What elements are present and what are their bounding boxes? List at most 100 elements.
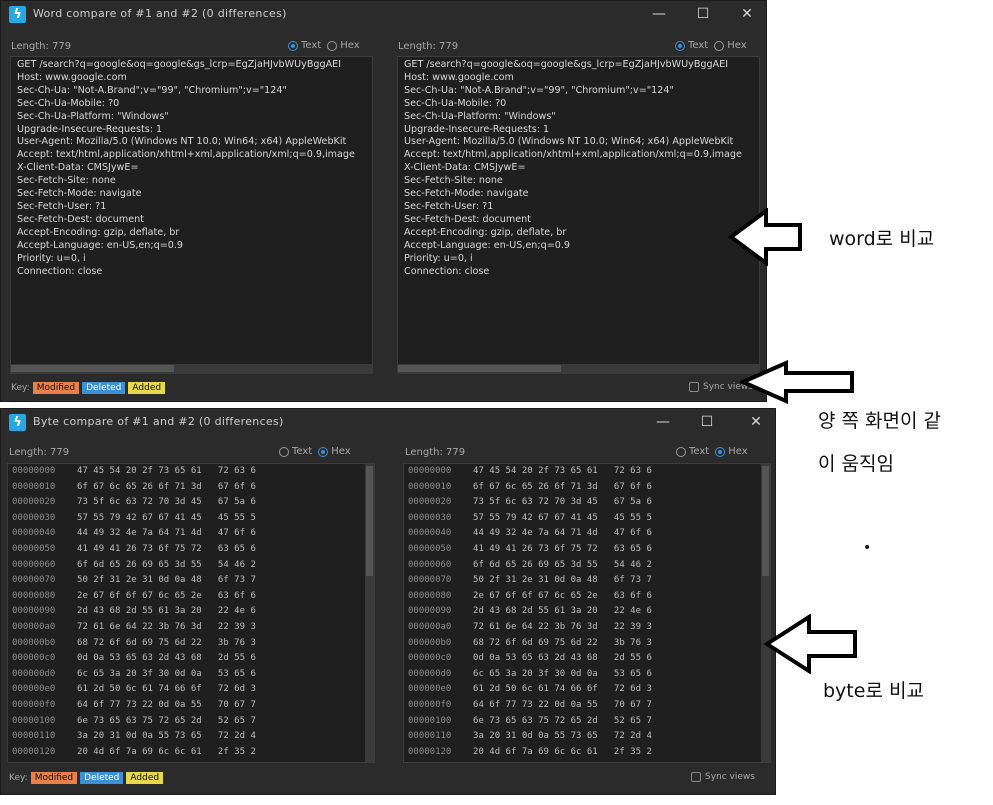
hex-row: 00000030 57 55 79 42 67 67 41 45 45 55 5 xyxy=(12,513,256,528)
sync-note-line2: 이 움직임 xyxy=(818,453,894,475)
text-line: Accept-Language: en-US,en;q=0.9 xyxy=(17,239,183,251)
hex-offset: 00000010 xyxy=(12,481,56,492)
left-vertical-scrollbar[interactable] xyxy=(365,464,374,762)
hex-row: 00000070 50 2f 31 2e 31 0d 0a 48 6f 73 7 xyxy=(408,575,652,590)
right-hex-radio-label: Hex xyxy=(728,446,748,457)
hex-bytes: 2d 43 68 2d 55 61 3a 20 22 4e 6 xyxy=(473,606,652,617)
hex-row: 000000e0 61 2d 50 6c 61 74 66 6f 72 6d 3 xyxy=(12,684,256,699)
left-hex-radio[interactable] xyxy=(327,40,338,51)
hex-bytes: 20 4d 6f 7a 69 6c 6c 61 2f 35 2 xyxy=(77,746,256,757)
right-text-view[interactable]: GET /search?q=google&oq=google&gs_lcrp=E… xyxy=(397,56,760,374)
left-hex-view[interactable]: 00000000 47 45 54 20 2f 73 65 61 72 63 6… xyxy=(7,463,375,763)
left-text-view[interactable]: GET /search?q=google&oq=google&gs_lcrp=E… xyxy=(10,56,373,374)
text-line: User-Agent: Mozilla/5.0 (Windows NT 10.0… xyxy=(17,136,347,148)
hex-bytes: 3a 20 31 0d 0a 55 73 65 72 2d 4 xyxy=(77,731,256,742)
hex-row: 00000040 44 49 32 4e 7a 64 71 4d 47 6f 6 xyxy=(12,528,256,543)
text-line: Sec-Fetch-User: ?1 xyxy=(404,200,494,212)
hex-row: 00000010 6f 67 6c 65 26 6f 71 3d 67 6f 6 xyxy=(12,482,256,497)
hex-bytes: 44 49 32 4e 7a 64 71 4d 47 6f 6 xyxy=(473,528,652,539)
text-line: X-Client-Data: CMSJywE= xyxy=(404,162,526,174)
hex-bytes: 6e 73 65 63 75 72 65 2d 52 65 7 xyxy=(473,715,652,726)
left-text-radio[interactable] xyxy=(288,40,298,51)
text-line: Sec-Ch-Ua: "Not-A.Brand";v="99", "Chromi… xyxy=(404,84,674,96)
hex-row: 00000020 73 5f 6c 63 72 70 3d 45 67 5a 6 xyxy=(12,497,256,512)
right-hex-view[interactable]: 00000000 47 45 54 20 2f 73 65 61 72 63 6… xyxy=(403,463,771,763)
left-horizontal-scrollbar[interactable] xyxy=(11,364,372,373)
text-line: Accept-Encoding: gzip, deflate, br xyxy=(17,226,180,238)
text-line: Upgrade-Insecure-Requests: 1 xyxy=(17,123,163,135)
close-button[interactable]: ✕ xyxy=(725,3,769,25)
hex-bytes: 6f 67 6c 65 26 6f 71 3d 67 6f 6 xyxy=(77,481,256,492)
left-view-mode: Text Hex xyxy=(288,40,360,51)
sync-views-checkbox[interactable] xyxy=(689,382,699,392)
text-line: Sec-Fetch-Mode: navigate xyxy=(17,188,142,200)
hex-bytes: 6f 6d 65 26 69 65 3d 55 54 46 2 xyxy=(473,559,652,570)
word-compare-window: ϟ Word compare of #1 and #2 (0 differenc… xyxy=(0,0,767,402)
hex-offset: 00000060 xyxy=(408,559,452,570)
right-text-radio[interactable] xyxy=(675,40,685,51)
word-title-bar[interactable]: ϟ Word compare of #1 and #2 (0 differenc… xyxy=(1,1,766,29)
hex-row: 00000090 2d 43 68 2d 55 61 3a 20 22 4e 6 xyxy=(12,606,256,621)
right-vertical-scrollbar[interactable] xyxy=(761,464,770,762)
right-text-radio-label: Text xyxy=(688,40,709,51)
text-line: Connection: close xyxy=(17,265,103,277)
left-hex-radio-label: Hex xyxy=(340,40,360,51)
text-line: Sec-Ch-Ua-Platform: "Windows" xyxy=(404,110,556,122)
hex-offset: 000000f0 xyxy=(408,700,452,710)
right-length-label: Length: 779 xyxy=(405,447,466,458)
key-label: Key: xyxy=(9,773,28,783)
annotation-dot: • xyxy=(863,540,872,556)
hex-row: 00000000 47 45 54 20 2f 73 65 61 72 63 6 xyxy=(408,466,652,481)
text-line: Sec-Fetch-Dest: document xyxy=(404,213,531,225)
word-pointer-arrow-icon xyxy=(728,208,802,266)
text-line: Sec-Ch-Ua-Mobile: ?0 xyxy=(404,97,507,109)
hex-row: 000000d0 6c 65 3a 20 3f 30 0d 0a 53 65 6 xyxy=(12,669,256,684)
hex-row: 000000c0 0d 0a 53 65 63 2d 43 68 2d 55 6 xyxy=(12,653,256,668)
hex-bytes: 6c 65 3a 20 3f 30 0d 0a 53 65 6 xyxy=(473,668,652,679)
text-line: Accept-Language: en-US,en;q=0.9 xyxy=(404,239,570,251)
hex-bytes: 0d 0a 53 65 63 2d 43 68 2d 55 6 xyxy=(473,653,652,664)
close-button[interactable]: ✕ xyxy=(734,411,778,433)
hex-offset: 00000010 xyxy=(408,481,452,492)
hex-offset: 00000110 xyxy=(408,731,452,742)
hex-bytes: 44 49 32 4e 7a 64 71 4d 47 6f 6 xyxy=(77,528,256,539)
hex-row: 00000100 6e 73 65 63 75 72 65 2d 52 65 7 xyxy=(408,716,652,731)
left-hex-radio[interactable] xyxy=(318,446,329,457)
text-line: Accept: text/html,application/xhtml+xml,… xyxy=(404,149,742,161)
sync-views-checkbox[interactable] xyxy=(691,772,701,782)
hex-row: 000000a0 72 61 6e 64 22 3b 76 3d 22 39 3 xyxy=(408,622,652,637)
hex-bytes: 6e 73 65 63 75 72 65 2d 52 65 7 xyxy=(77,715,256,726)
hex-row: 00000120 20 4d 6f 7a 69 6c 6c 61 2f 35 2 xyxy=(408,747,652,762)
byte-pointer-arrow-icon xyxy=(763,614,857,674)
right-view-mode: Text Hex xyxy=(676,446,748,457)
hex-bytes: 2e 67 6f 6f 67 6c 65 2e 63 6f 6 xyxy=(473,590,652,601)
maximize-button[interactable]: ☐ xyxy=(681,3,725,25)
hex-offset: 00000000 xyxy=(408,466,452,476)
byte-title-bar[interactable]: ϟ Byte compare of #1 and #2 (0 differenc… xyxy=(1,409,775,437)
text-line: Upgrade-Insecure-Requests: 1 xyxy=(404,123,550,135)
hex-offset: 00000120 xyxy=(12,746,56,757)
left-hex-radio-label: Hex xyxy=(331,446,351,457)
right-hex-radio[interactable] xyxy=(715,446,726,457)
maximize-button[interactable]: ☐ xyxy=(685,411,729,433)
hex-offset: 000000c0 xyxy=(408,653,452,664)
text-line: User-Agent: Mozilla/5.0 (Windows NT 10.0… xyxy=(404,136,734,148)
left-text-radio[interactable] xyxy=(279,446,289,457)
right-text-radio[interactable] xyxy=(676,446,686,457)
text-line: GET /search?q=google&oq=google&gs_lcrp=E… xyxy=(17,59,342,70)
key-added-badge: Added xyxy=(126,772,164,784)
sync-views-toggle[interactable]: Sync views xyxy=(691,772,755,782)
right-horizontal-scrollbar[interactable] xyxy=(398,364,759,373)
byte-compare-note: byte로 비교 xyxy=(823,680,924,702)
left-text-radio-label: Text xyxy=(292,446,313,457)
hex-row: 00000110 3a 20 31 0d 0a 55 73 65 72 2d 4 xyxy=(12,731,256,746)
diff-key-legend: Key: Modified Deleted Added xyxy=(11,382,166,394)
text-line: Sec-Fetch-Site: none xyxy=(404,175,503,187)
right-hex-radio[interactable] xyxy=(714,40,725,51)
hex-bytes: 64 6f 77 73 22 0d 0a 55 70 67 7 xyxy=(473,700,652,710)
hex-offset: 00000080 xyxy=(12,590,56,601)
hex-row: 000000f0 64 6f 77 73 22 0d 0a 55 70 67 7 xyxy=(12,700,256,715)
hex-offset: 00000040 xyxy=(408,528,452,539)
minimize-button[interactable]: — xyxy=(641,411,685,433)
minimize-button[interactable]: — xyxy=(637,3,681,25)
